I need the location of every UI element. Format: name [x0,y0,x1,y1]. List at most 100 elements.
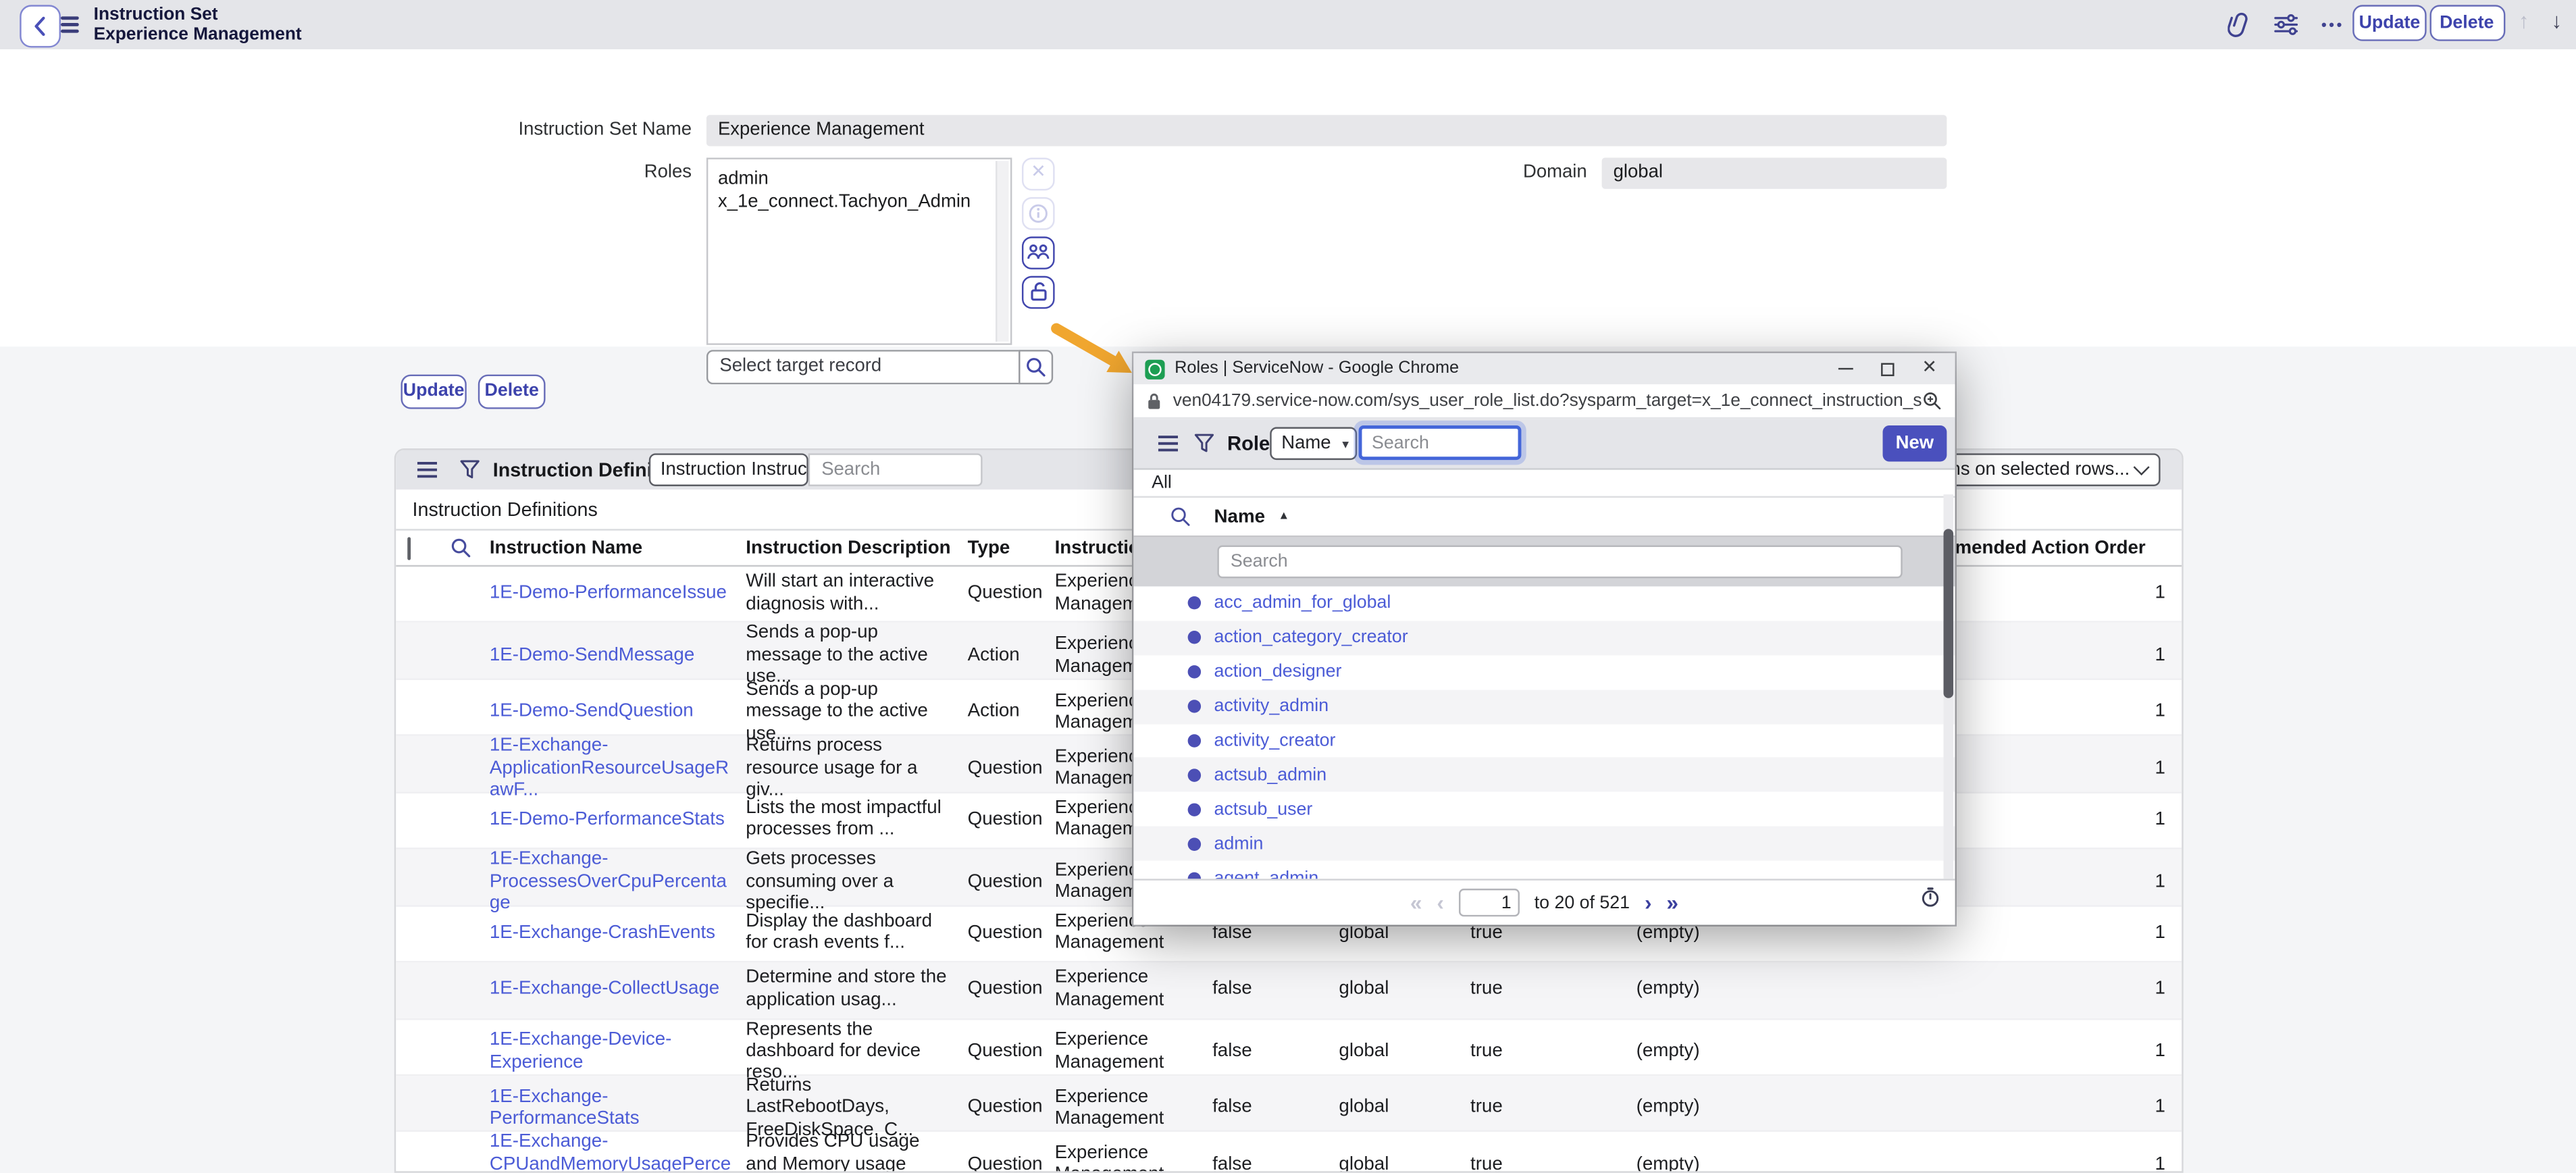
personalize-icon[interactable] [2273,13,2298,36]
cell-global: global [1327,979,1459,1001]
recommended-action-order-cell: 1 [1836,1041,2183,1064]
popup-col-header-name[interactable]: Name [1214,506,1265,526]
role-name-link[interactable]: acc_admin_for_global [1214,594,1391,613]
list-search-input[interactable] [808,453,983,486]
table-row[interactable]: 1E-Exchange-CPUandMemoryUsagePercent Pro… [396,1132,2182,1173]
type-cell: Question [951,758,1050,781]
maximize-icon[interactable] [1881,362,1894,375]
role-name-link[interactable]: action_designer [1214,662,1342,682]
update-button[interactable]: Update [2352,5,2426,40]
zoom-icon[interactable] [1922,391,1942,411]
back-button[interactable] [20,5,61,47]
role-list-item[interactable]: action_designer [1133,655,1955,689]
context-menu-icon[interactable] [61,16,79,36]
record-preview-icon[interactable] [1188,734,1201,747]
record-preview-icon[interactable] [1188,597,1201,610]
record-preview-icon[interactable] [1188,631,1201,644]
col-header-instruction-description[interactable]: Instruction Description [731,538,951,558]
next-page-icon[interactable]: › [1645,892,1652,914]
instruction-set-name-field[interactable]: Experience Management [706,114,1947,146]
col-header-type[interactable]: Type [951,538,1050,558]
instruction-name-link[interactable]: 1E-Exchange-ProcessesOverCpuPercentage [490,850,727,913]
record-type-label: Instruction Set [94,4,302,24]
recommended-action-order-cell: 1 [1836,922,2183,945]
column-search-icon[interactable] [442,537,478,558]
edit-roles-button[interactable] [1022,236,1055,269]
table-row[interactable]: 1E-Exchange-PerformanceStats Returns Las… [396,1076,2182,1132]
last-page-icon[interactable]: » [1666,892,1678,914]
record-preview-icon[interactable] [1188,700,1201,712]
next-record-icon[interactable]: ↓ [2552,8,2562,32]
search-icon [1025,356,1047,377]
role-list-item[interactable]: admin [1133,827,1955,861]
list-search-field-select[interactable]: Instruction Instructi ▾ [649,453,808,486]
roles-listbox[interactable]: admin x_1e_connect.Tachyon_Admin [706,157,1012,344]
instruction-name-link[interactable]: 1E-Exchange-ApplicationResourceUsageRawF… [490,736,729,800]
record-preview-icon[interactable] [1188,666,1201,679]
new-button[interactable]: New [1883,425,1947,462]
target-record-search-button[interactable] [1019,349,1053,384]
form-delete-button[interactable]: Delete [478,373,546,408]
popup-filter-row [1133,537,1955,586]
delete-button[interactable]: Delete [2429,5,2504,40]
minimize-icon[interactable] [1838,367,1853,369]
app-header: Instruction Set Experience Management ••… [0,0,2576,51]
role-list-item[interactable]: acc_admin_for_global [1133,586,1955,621]
role-list-item[interactable]: activity_admin [1133,689,1955,724]
role-name-link[interactable]: activity_creator [1214,731,1336,750]
list-filter-icon[interactable] [460,460,480,479]
servicenow-favicon [1145,359,1164,378]
popup-titlebar[interactable]: Roles | ServiceNow - Google Chrome ✕ [1133,353,1955,384]
instruction-name-link[interactable]: 1E-Demo-SendMessage [490,646,694,665]
role-name-link[interactable]: admin [1214,834,1264,854]
instruction-name-link[interactable]: 1E-Demo-SendQuestion [490,702,694,721]
refresh-timer-icon[interactable] [1920,887,1940,913]
list-context-menu-icon[interactable] [417,462,437,478]
role-list-item[interactable]: actsub_user [1133,792,1955,827]
instruction-name-link[interactable]: 1E-Exchange-PerformanceStats [490,1087,640,1128]
instruction-name-link[interactable]: 1E-Exchange-CPUandMemoryUsagePercent [490,1132,731,1173]
listbox-scrollbar[interactable] [996,160,1008,341]
popup-search-field-select[interactable]: Name ▾ [1270,427,1357,460]
col-header-instruction-name[interactable]: Instruction Name [478,538,731,558]
role-name-link[interactable]: activity_admin [1214,697,1329,716]
instruction-name-link[interactable]: 1E-Demo-PerformanceStats [490,810,725,829]
form-update-button[interactable]: Update [401,373,467,408]
popup-context-menu-icon[interactable] [1158,436,1178,452]
more-options-icon[interactable]: ••• [2321,16,2344,32]
record-preview-icon[interactable] [1188,837,1201,850]
cell-empty: (empty) [1623,979,1836,1001]
attachment-icon[interactable] [2227,11,2250,38]
popup-name-filter-input[interactable] [1217,546,1902,579]
role-list-item[interactable]: actsub_admin [1133,758,1955,792]
instruction-description-cell: Returns process resource usage for a giv… [731,736,951,802]
table-row[interactable]: 1E-Exchange-Device-Experience Represents… [396,1019,2182,1076]
popup-column-search-icon[interactable] [1170,506,1191,527]
role-name-link[interactable]: actsub_user [1214,800,1313,819]
role-list-item[interactable]: action_category_creator [1133,621,1955,655]
role-list-item[interactable]: activity_creator [1133,724,1955,758]
role-name-link[interactable]: actsub_admin [1214,765,1327,785]
role-name-link[interactable]: action_category_creator [1214,628,1408,648]
popup-search-input[interactable] [1359,425,1522,460]
domain-field[interactable]: global [1602,157,1947,188]
roles-option-admin[interactable]: admin [708,167,1010,190]
instruction-name-link[interactable]: 1E-Demo-PerformanceIssue [490,583,727,603]
breadcrumb-all[interactable]: All [1133,470,1955,498]
record-preview-icon[interactable] [1188,803,1201,816]
unlock-roles-button[interactable] [1022,275,1055,308]
select-all-checkbox[interactable] [407,536,411,559]
cell-false: false [1201,1041,1327,1064]
popup-url[interactable]: ven04179.service-now.com/sys_user_role_l… [1173,391,1922,411]
roles-option-tachyon-admin[interactable]: x_1e_connect.Tachyon_Admin [708,190,1010,214]
record-preview-icon[interactable] [1188,768,1201,781]
popup-filter-icon[interactable] [1194,434,1214,453]
table-row[interactable]: 1E-Exchange-CollectUsage Determine and s… [396,963,2182,1020]
instruction-name-link[interactable]: 1E-Exchange-CrashEvents [490,922,715,942]
close-icon[interactable]: ✕ [1922,360,1936,378]
instruction-name-link[interactable]: 1E-Exchange-Device-Experience [490,1031,672,1072]
instruction-name-link[interactable]: 1E-Exchange-CollectUsage [490,979,719,999]
select-target-record-input[interactable] [706,349,1019,384]
popup-scrollbar-thumb[interactable] [1944,529,1954,698]
page-number-input[interactable] [1459,889,1520,916]
